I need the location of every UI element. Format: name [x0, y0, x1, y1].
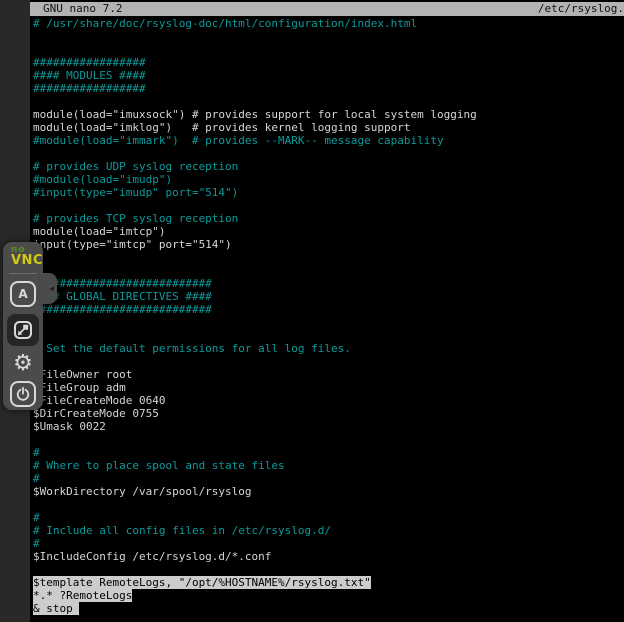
nano-titlebar: GNU nano 7.2 /etc/rsyslog.: [30, 2, 624, 16]
buffer-line: [33, 498, 624, 511]
buffer-line: ###########################: [33, 303, 624, 316]
buffer-line: #: [33, 472, 624, 485]
buffer-line: #: [33, 329, 624, 342]
buffer-line: # provides UDP syslog reception: [33, 160, 624, 173]
buffer-line: #input(type="imudp" port="514"): [33, 186, 624, 199]
buffer-line: # Include all config files in /etc/rsysl…: [33, 524, 624, 537]
buffer-line: #################: [33, 82, 624, 95]
power-icon: [13, 384, 33, 404]
novnc-logo: no VNC: [11, 247, 43, 267]
buffer-line: ###########################: [33, 277, 624, 290]
control-bar-handle[interactable]: ◀: [40, 273, 57, 304]
nano-buffer[interactable]: # /usr/share/doc/rsyslog-doc/html/config…: [30, 16, 624, 615]
collapse-arrow-icon: ◀: [49, 285, 54, 293]
gear-icon: ⚙: [13, 351, 33, 377]
novnc-logo-vnc: VNC: [11, 254, 43, 267]
buffer-line: $FileOwner root: [33, 368, 624, 381]
buffer-line: $WorkDirectory /var/spool/rsyslog: [33, 485, 624, 498]
buffer-line: [33, 147, 624, 160]
buffer-line: $DirCreateMode 0755: [33, 407, 624, 420]
buffer-line: $FileCreateMode 0640: [33, 394, 624, 407]
buffer-line: [33, 563, 624, 576]
buffer-line: #### MODULES ####: [33, 69, 624, 82]
buffer-line: #module(load="imudp"): [33, 173, 624, 186]
vnc-screen: GNU nano 7.2 /etc/rsyslog. # /usr/share/…: [0, 0, 624, 622]
buffer-line: & stop: [33, 602, 624, 615]
novnc-control-bar: ◀ no VNC A ⚙: [3, 242, 43, 410]
settings-button[interactable]: ⚙: [10, 350, 36, 378]
fullscreen-button[interactable]: [7, 314, 39, 346]
nano-app-title: GNU nano 7.2: [43, 2, 122, 16]
buffer-line: [33, 199, 624, 212]
buffer-line: #: [33, 511, 624, 524]
disconnect-button[interactable]: [10, 381, 36, 407]
buffer-line: *.* ?RemoteLogs: [33, 589, 624, 602]
buffer-line: $IncludeConfig /etc/rsyslog.d/*.conf: [33, 550, 624, 563]
panel-divider: [9, 273, 37, 274]
nano-filename: /etc/rsyslog.: [538, 2, 624, 16]
fullscreen-icon: [11, 318, 35, 342]
clipboard-icon: A: [18, 287, 27, 301]
buffer-line: module(load="imtcp"): [33, 225, 624, 238]
buffer-line: [33, 43, 624, 56]
buffer-line: #: [33, 537, 624, 550]
buffer-line: #module(load="immark") # provides --MARK…: [33, 134, 624, 147]
buffer-line: [33, 433, 624, 446]
buffer-line: $Umask 0022: [33, 420, 624, 433]
buffer-line: # provides TCP syslog reception: [33, 212, 624, 225]
buffer-line: # Set the default permissions for all lo…: [33, 342, 624, 355]
buffer-line: [33, 251, 624, 264]
buffer-line: #### GLOBAL DIRECTIVES ####: [33, 290, 624, 303]
buffer-line: $template RemoteLogs, "/opt/%HOSTNAME%/r…: [33, 576, 624, 589]
buffer-line: module(load="imklog") # provides kernel …: [33, 121, 624, 134]
buffer-line: # /usr/share/doc/rsyslog-doc/html/config…: [33, 17, 624, 30]
buffer-line: [33, 95, 624, 108]
buffer-line: [33, 316, 624, 329]
buffer-line: [33, 264, 624, 277]
buffer-line: input(type="imtcp" port="514"): [33, 238, 624, 251]
buffer-line: module(load="imuxsock") # provides suppo…: [33, 108, 624, 121]
buffer-line: $FileGroup adm: [33, 381, 624, 394]
clipboard-button[interactable]: A: [10, 281, 36, 307]
buffer-line: #################: [33, 56, 624, 69]
buffer-line: #: [33, 446, 624, 459]
buffer-line: # Where to place spool and state files: [33, 459, 624, 472]
buffer-line: #: [33, 355, 624, 368]
buffer-line: [33, 30, 624, 43]
terminal-window[interactable]: GNU nano 7.2 /etc/rsyslog. # /usr/share/…: [30, 0, 624, 622]
